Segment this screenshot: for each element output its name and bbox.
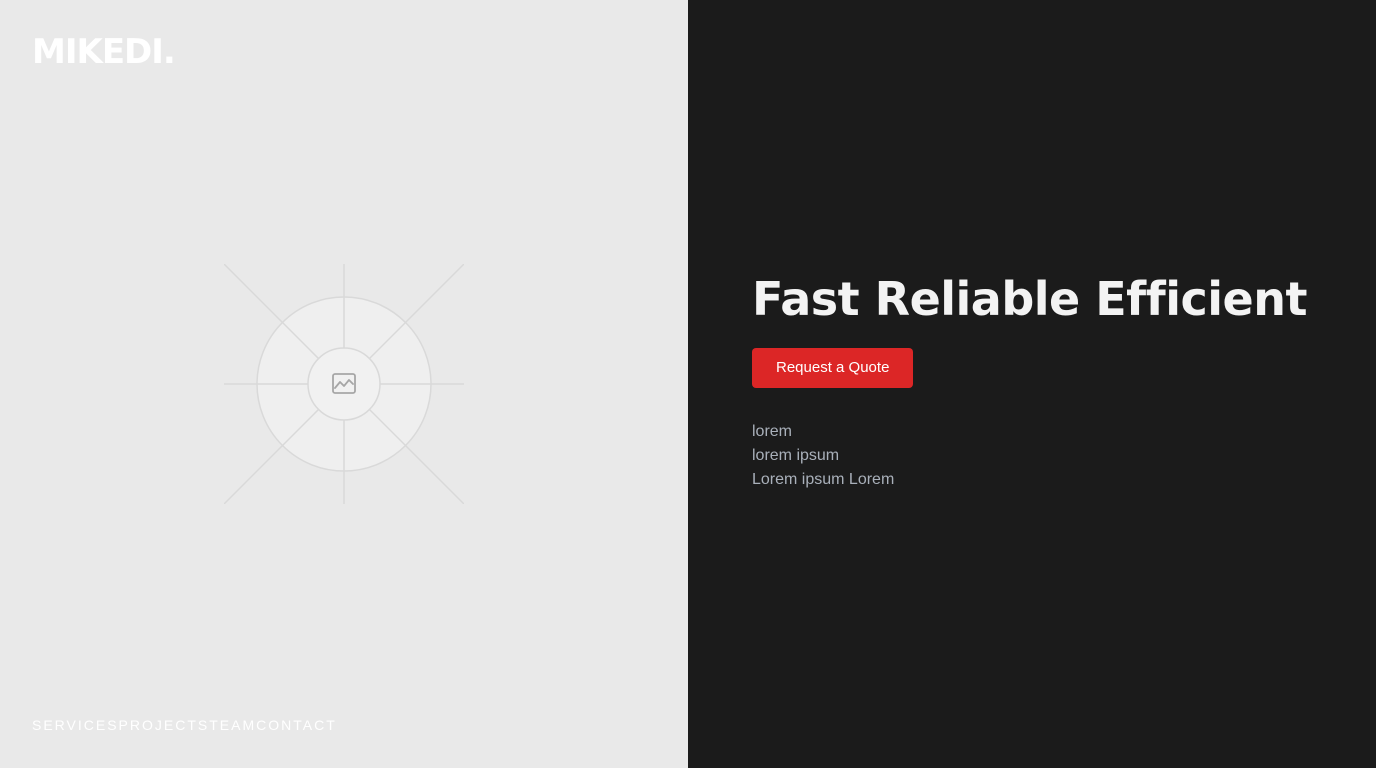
image-placeholder bbox=[224, 264, 464, 504]
nav-link-projects[interactable]: PROJECTS bbox=[119, 716, 210, 734]
nav-item-contact: CONTACT bbox=[256, 716, 337, 734]
page: MIKEDI. SERVICES PROJECTS TEAM CONTACT F… bbox=[0, 0, 1376, 768]
hero-headline: Fast Reliable Efficient bbox=[752, 272, 1307, 326]
nav-link-services[interactable]: SERVICES bbox=[32, 716, 119, 734]
feature-item: Lorem ipsum Lorem bbox=[752, 471, 895, 488]
nav-link-team[interactable]: TEAM bbox=[209, 716, 256, 734]
image-placeholder-graphic bbox=[224, 264, 464, 504]
feature-item: lorem ipsum bbox=[752, 447, 840, 464]
nav-item-team: TEAM bbox=[209, 716, 256, 734]
hero-image-panel: MIKEDI. SERVICES PROJECTS TEAM CONTACT bbox=[0, 0, 688, 768]
nav-item-projects: PROJECTS bbox=[119, 716, 210, 734]
nav-item-services: SERVICES bbox=[32, 716, 119, 734]
feature-list: lorem lorem ipsum Lorem ipsum Lorem bbox=[752, 420, 894, 492]
feature-item: lorem bbox=[752, 423, 793, 440]
request-quote-button[interactable]: Request a Quote bbox=[752, 348, 914, 388]
nav-link-contact[interactable]: CONTACT bbox=[256, 716, 337, 734]
hero-heading-wrap: Fast Reliable Efficient bbox=[752, 270, 1307, 328]
main-nav: SERVICES PROJECTS TEAM CONTACT bbox=[32, 716, 337, 734]
brand-logo[interactable]: MIKEDI. bbox=[32, 30, 176, 74]
